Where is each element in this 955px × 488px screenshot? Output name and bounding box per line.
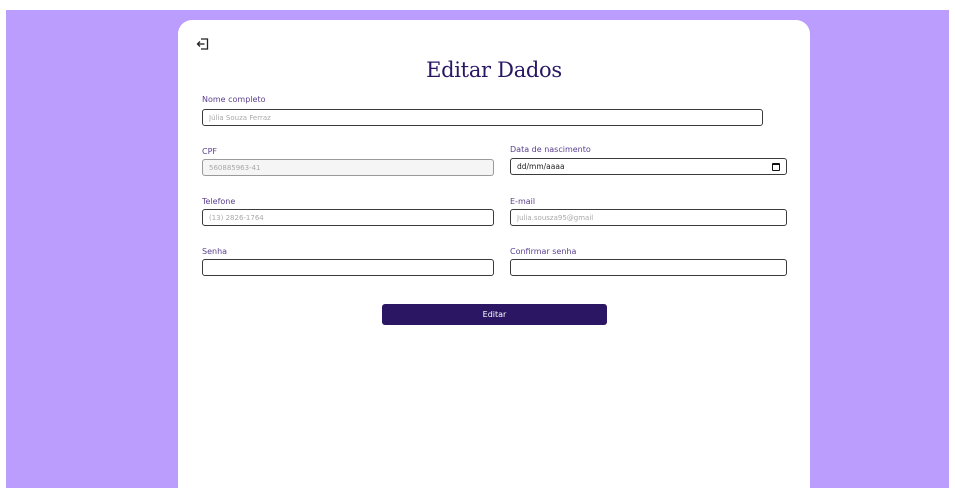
- password-input[interactable]: [202, 259, 494, 276]
- confirm-password-label: Confirmar senha: [510, 247, 577, 256]
- page-background: Editar Dados Nome completo CPF Data de n…: [6, 10, 949, 488]
- phone-input[interactable]: [202, 209, 494, 226]
- phone-label: Telefone: [202, 197, 236, 206]
- edit-form-card: Editar Dados Nome completo CPF Data de n…: [178, 20, 810, 488]
- exit-arrow-icon: [196, 38, 209, 50]
- password-label: Senha: [202, 247, 228, 256]
- full-name-label: Nome completo: [202, 95, 266, 104]
- email-input[interactable]: [510, 209, 787, 226]
- birth-date-input[interactable]: dd/mm/aaaa: [510, 158, 787, 175]
- page-title: Editar Dados: [426, 58, 562, 82]
- full-name-input[interactable]: [202, 109, 763, 126]
- email-label: E-mail: [510, 197, 536, 206]
- cpf-label: CPF: [202, 147, 218, 156]
- cpf-input[interactable]: [202, 159, 494, 176]
- confirm-password-input[interactable]: [510, 259, 787, 276]
- edit-submit-button[interactable]: Editar: [382, 304, 607, 325]
- birth-date-value: dd/mm/aaaa: [517, 162, 565, 171]
- calendar-icon[interactable]: [772, 162, 780, 171]
- birth-date-label: Data de nascimento: [510, 145, 591, 154]
- back-button[interactable]: [196, 37, 210, 51]
